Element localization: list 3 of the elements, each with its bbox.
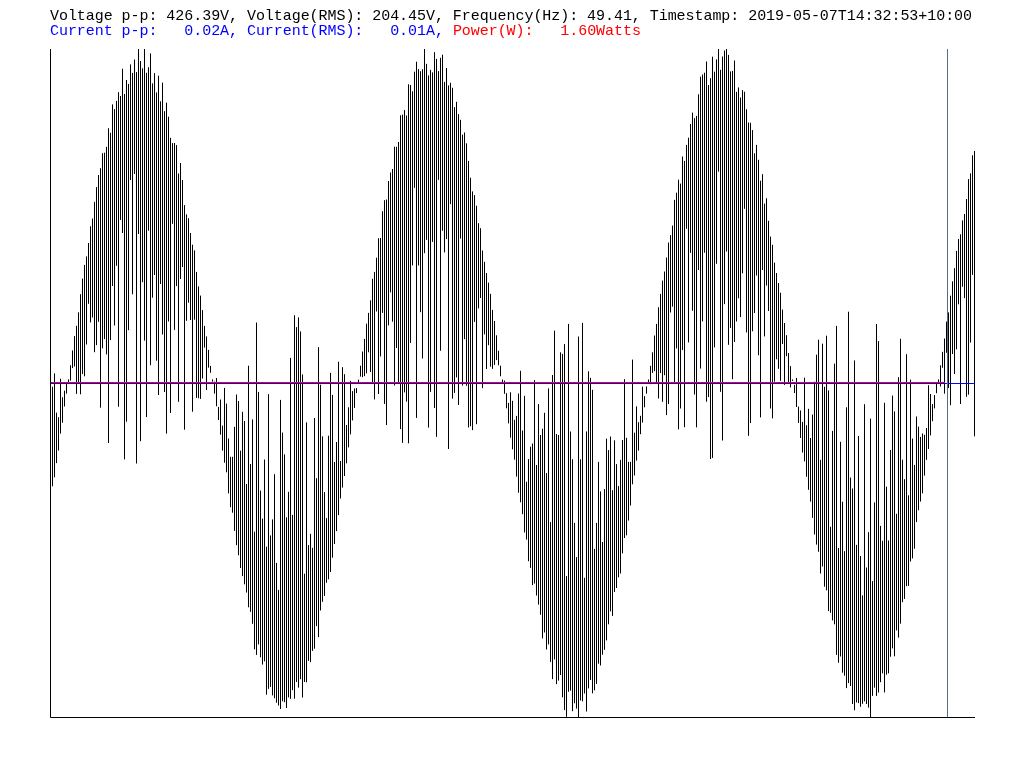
reading-text: Power(W): 1.60Watts bbox=[452, 24, 641, 39]
reading-text: Current p-p: 0.02A, Current(RMS): 0.01A, bbox=[50, 24, 444, 39]
reading-text: Voltage p-p: 426.39V, Voltage(RMS): 204.45V, Frequency(Hz): 49.41, Timestamp: 2019-05-07T14:32:53+10:00 bbox=[50, 9, 972, 24]
